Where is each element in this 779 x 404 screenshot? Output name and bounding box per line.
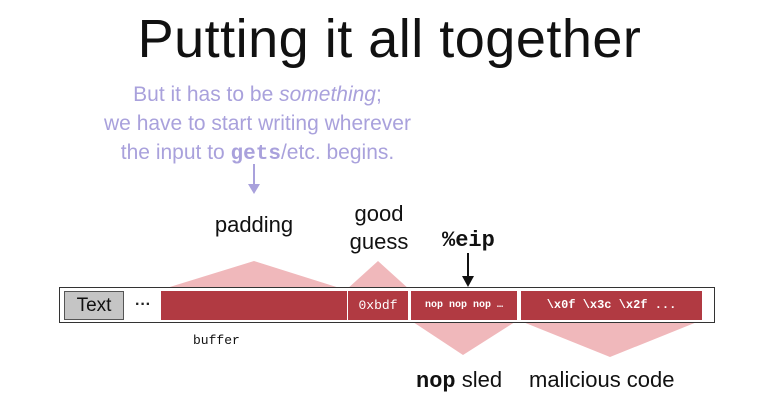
memory-stack: Text ··· 0xbdf nop nop nop … \x0f \x3c \… <box>59 287 715 323</box>
buffer-segment <box>161 291 347 320</box>
nop-segment: nop nop nop … <box>411 291 517 320</box>
ellipsis-segment: ··· <box>135 296 151 313</box>
padding-fan <box>160 261 346 290</box>
good-guess-line-1: good <box>354 201 404 226</box>
nop-sled-code: nop <box>416 369 456 394</box>
guess-fan <box>346 261 410 290</box>
eip-label: %eip <box>442 228 495 253</box>
good-guess-line-2: guess <box>349 229 409 254</box>
eip-arrow-shaft <box>467 253 469 277</box>
code-segment: \x0f \x3c \x2f ... <box>520 291 702 320</box>
malicious-fan <box>518 320 702 357</box>
text-segment: Text <box>64 291 124 320</box>
good-guess-label: good guess <box>340 200 418 256</box>
nop-sled-label: nop sled <box>416 367 502 394</box>
nop-sled-text: sled <box>455 367 503 392</box>
down-arrow-icon <box>462 276 474 287</box>
guess-segment: 0xbdf <box>347 291 409 320</box>
padding-label: padding <box>214 212 294 237</box>
nop-sled-fan <box>410 320 518 355</box>
buffer-label: buffer <box>193 333 240 348</box>
malicious-code-label: malicious code <box>529 367 675 392</box>
